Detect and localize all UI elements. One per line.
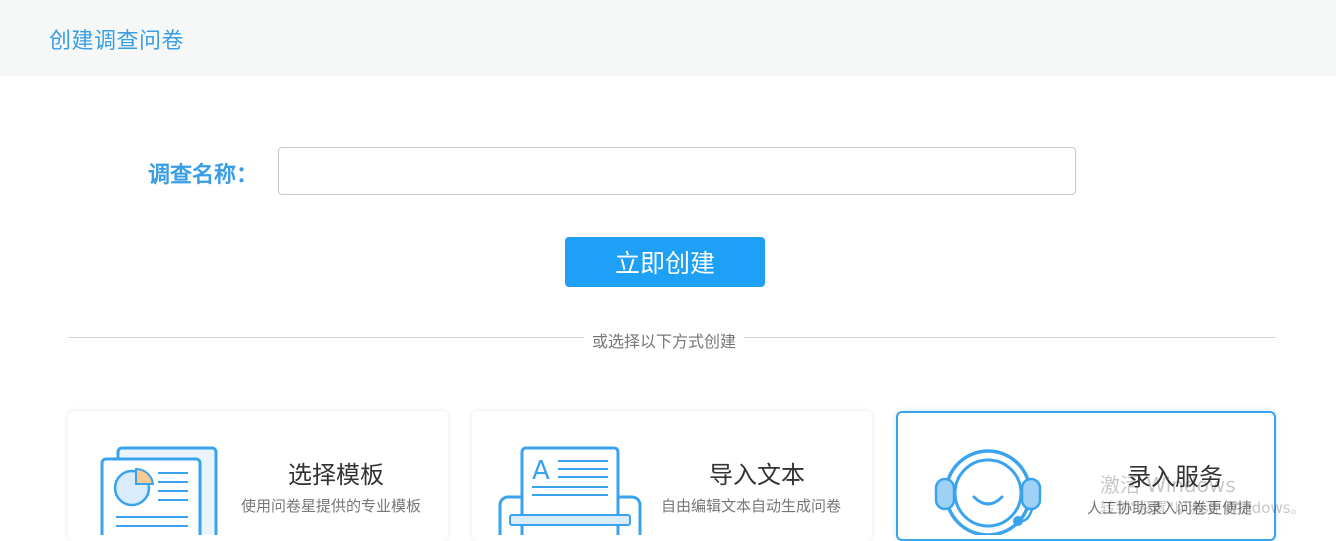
card-description: 使用问卷星提供的专业模板 xyxy=(241,497,422,515)
import-text-card[interactable]: A 导入文本 自由编辑文本自动生成问卷 xyxy=(472,411,872,541)
page-title: 创建调查问卷 xyxy=(49,29,185,54)
import-text-icon: A xyxy=(498,446,642,535)
select-template-card[interactable]: 选择模板 使用问卷星提供的专业模板 xyxy=(68,411,448,541)
card-description: 人工协助录入问卷更便捷 xyxy=(1087,499,1253,517)
template-icon xyxy=(100,446,218,535)
divider-text: 或选择以下方式创建 xyxy=(584,328,745,352)
card-description: 自由编辑文本自动生成问卷 xyxy=(661,497,842,515)
survey-name-label: 调查名称： xyxy=(148,163,259,188)
card-title: 录入服务 xyxy=(1127,463,1223,491)
create-now-button[interactable]: 立即创建 xyxy=(565,237,765,287)
top-bar: 创建调查问卷 xyxy=(0,0,1336,76)
card-title: 选择模板 xyxy=(288,461,384,489)
support-agent-icon xyxy=(934,449,1042,535)
entry-service-card[interactable]: 录入服务 人工协助录入问卷更便捷 xyxy=(896,411,1276,541)
card-title: 导入文本 xyxy=(709,461,805,489)
survey-name-input[interactable] xyxy=(278,147,1076,195)
svg-text:A: A xyxy=(532,456,550,486)
